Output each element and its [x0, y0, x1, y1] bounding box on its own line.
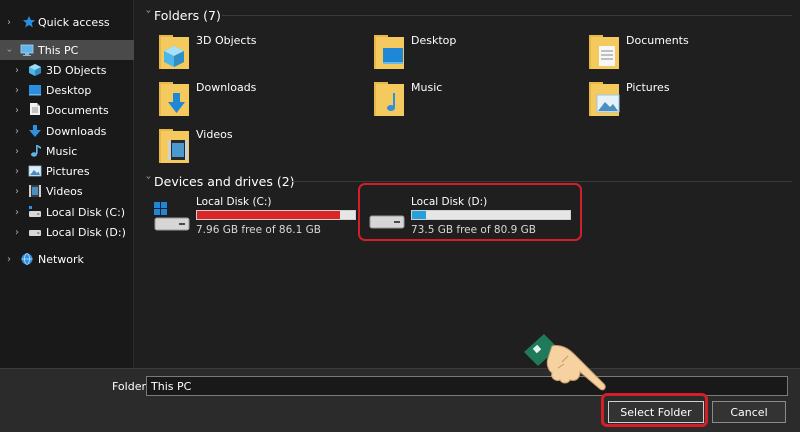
drive-usage-bar — [196, 210, 356, 220]
sidebar-item-this-pc[interactable]: › This PC — [0, 40, 134, 60]
chevron-right-icon[interactable]: › — [12, 227, 22, 238]
downloads-folder-icon — [159, 82, 189, 116]
drive-usage-fill — [197, 211, 341, 219]
download-icon — [29, 125, 41, 137]
chevron-down-icon[interactable]: › — [143, 175, 154, 187]
cancel-label: Cancel — [730, 405, 768, 419]
sidebar-item-local-disk-d[interactable]: › Local Disk (D:) — [0, 222, 134, 242]
chevron-right-icon[interactable]: › — [12, 146, 22, 157]
navigation-pane: › Quick access › This PC › 3D Objects › … — [0, 0, 134, 368]
folders-group-header[interactable]: › Folders (7) — [142, 6, 221, 24]
folder-music[interactable]: Music — [371, 79, 571, 123]
music-folder-icon — [374, 82, 404, 116]
star-icon — [23, 16, 35, 28]
drive-free-space: 7.96 GB free of 86.1 GB — [196, 224, 321, 236]
network-icon — [21, 253, 33, 265]
chevron-right-icon[interactable]: › — [4, 254, 14, 265]
document-icon — [30, 103, 40, 115]
drive-icon — [29, 230, 41, 236]
windows-drive-icon — [154, 202, 190, 231]
cube-folder-icon — [159, 35, 189, 69]
folder-downloads[interactable]: Downloads — [156, 79, 356, 123]
sidebar-item-label: Local Disk (C:) — [46, 205, 126, 219]
folder-desktop[interactable]: Desktop — [371, 32, 571, 76]
sidebar-item-label: Documents — [46, 103, 109, 117]
desktop-icon — [29, 85, 41, 96]
sidebar-item-label: Videos — [46, 184, 83, 198]
folder-label: Pictures — [626, 81, 670, 94]
chevron-right-icon[interactable]: › — [12, 65, 22, 76]
sidebar-item-3d-objects[interactable]: › 3D Objects — [0, 60, 134, 80]
sidebar-item-quick-access[interactable]: › Quick access — [0, 12, 134, 32]
drives-group-title: Devices and drives (2) — [154, 173, 295, 189]
sidebar-item-pictures[interactable]: › Pictures — [0, 161, 134, 181]
annotation-highlight — [358, 183, 582, 241]
folder-label: Documents — [626, 34, 689, 47]
group-divider — [222, 15, 792, 16]
music-icon — [31, 145, 41, 157]
folder-label: Desktop — [411, 34, 457, 47]
sidebar-item-label: Desktop — [46, 83, 92, 97]
sidebar-item-label: Music — [46, 144, 78, 158]
desktop-folder-icon — [374, 35, 404, 69]
sidebar-item-label: Quick access — [38, 15, 110, 29]
documents-folder-icon — [589, 35, 619, 69]
annotation-highlight — [601, 393, 708, 427]
chevron-right-icon[interactable]: › — [12, 166, 22, 177]
folder-label: 3D Objects — [196, 34, 257, 47]
chevron-right-icon[interactable]: › — [12, 85, 22, 96]
videos-folder-icon — [159, 129, 189, 163]
sidebar-item-desktop[interactable]: › Desktop — [0, 80, 134, 100]
picture-icon — [28, 165, 42, 177]
folder-documents[interactable]: Documents — [586, 32, 786, 76]
cancel-button[interactable]: Cancel — [712, 401, 786, 423]
pictures-folder-icon — [589, 82, 620, 116]
video-icon — [29, 185, 41, 197]
folder-label: Downloads — [196, 81, 257, 94]
group-divider — [290, 181, 792, 182]
sidebar-item-label: This PC — [38, 43, 79, 57]
chevron-right-icon[interactable]: › — [12, 126, 22, 137]
cube-icon — [29, 64, 41, 76]
sidebar-item-downloads[interactable]: › Downloads — [0, 121, 134, 141]
computer-icon — [20, 44, 34, 56]
drive-name: Local Disk (C:) — [196, 196, 272, 208]
folder-label: Music — [411, 81, 443, 94]
drive-c[interactable]: Local Disk (C:) 7.96 GB free of 86.1 GB — [154, 196, 374, 242]
pointing-hand-icon — [524, 334, 606, 391]
drive-icon — [29, 206, 41, 217]
folder-3d-objects[interactable]: 3D Objects — [156, 32, 356, 76]
sidebar-item-network[interactable]: › Network — [0, 249, 134, 269]
sidebar-item-label: Local Disk (D:) — [46, 225, 126, 239]
chevron-right-icon[interactable]: › — [12, 207, 22, 218]
folder-pictures[interactable]: Pictures — [586, 79, 786, 123]
chevron-right-icon[interactable]: › — [4, 17, 14, 28]
drives-group-header[interactable]: › Devices and drives (2) — [142, 172, 295, 190]
sidebar-item-videos[interactable]: › Videos — [0, 181, 134, 201]
sidebar-item-label: Network — [38, 252, 84, 266]
chevron-down-icon[interactable]: › — [143, 9, 154, 21]
chevron-right-icon[interactable]: › — [12, 105, 22, 116]
folder-videos[interactable]: Videos — [156, 126, 356, 170]
sidebar-item-local-disk-c[interactable]: › Local Disk (C:) — [0, 202, 134, 222]
folder-field-label: Folder: — [112, 380, 150, 393]
chevron-right-icon[interactable]: › — [12, 186, 22, 197]
folder-label: Videos — [196, 128, 233, 141]
sidebar-item-label: Downloads — [46, 124, 107, 138]
sidebar-item-documents[interactable]: › Documents — [0, 100, 134, 120]
folders-group-title: Folders (7) — [154, 7, 221, 23]
sidebar-item-label: Pictures — [46, 164, 90, 178]
sidebar-item-label: 3D Objects — [46, 63, 107, 77]
chevron-down-icon[interactable]: › — [4, 45, 15, 55]
sidebar-item-music[interactable]: › Music — [0, 141, 134, 161]
